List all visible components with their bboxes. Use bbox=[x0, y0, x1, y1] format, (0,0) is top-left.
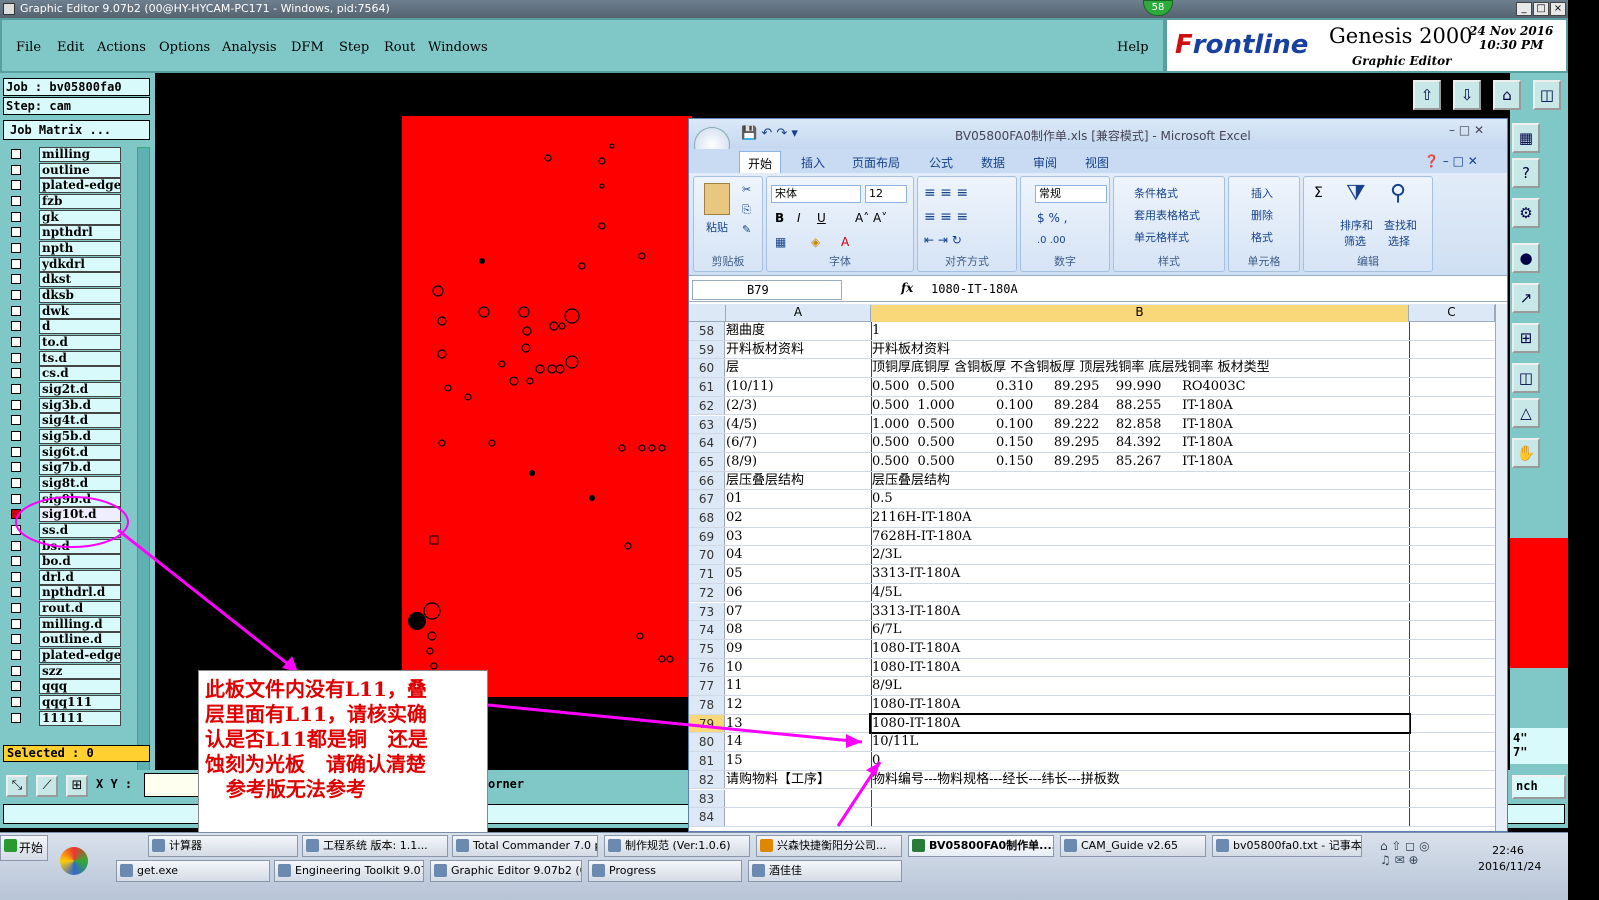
task-jiujiajia[interactable]: 酒佳佳 bbox=[748, 860, 902, 882]
task-engineering-toolkit[interactable]: Engineering Toolkit 9.07... bbox=[274, 860, 424, 882]
tray-icons[interactable]: ⌂ ⇧ ◻ ◎ ♫ ✉ ⊕ bbox=[1380, 839, 1470, 889]
task-get-exe[interactable]: get.exe bbox=[116, 860, 270, 882]
task-calculator[interactable]: 计算器 bbox=[148, 835, 298, 857]
annotation-note: 此板文件内没有L11，叠 层里面有L11，请核实确 认是否L11都是铜 还是 蚀… bbox=[198, 670, 488, 838]
note-line: 层里面有L11，请核实确 bbox=[205, 702, 427, 726]
task-total-commander[interactable]: Total Commander 7.0 p... bbox=[452, 835, 598, 857]
task-company[interactable]: 兴森快捷衡阳分公司... bbox=[756, 835, 902, 857]
arrow-to-note bbox=[117, 528, 299, 674]
task-excel[interactable]: BV05800FA0制作单.... bbox=[908, 835, 1054, 857]
task-progress[interactable]: Progress bbox=[588, 860, 742, 882]
note-line: 蚀刻为光板 请确认清楚 bbox=[205, 752, 426, 776]
start-button[interactable]: 开始 bbox=[0, 835, 48, 861]
task-cam-guide[interactable]: CAM_Guide v2.65 bbox=[1060, 835, 1206, 857]
desktop: { "app": { "title": "Graphic Editor 9.07… bbox=[0, 0, 1599, 900]
task-engineering-system[interactable]: 工程系统 版本: 1.1... bbox=[302, 835, 448, 857]
task-notepad[interactable]: bv05800fa0.txt - 记事本 bbox=[1212, 835, 1362, 857]
quick-launch-icon[interactable] bbox=[60, 847, 88, 875]
system-clock[interactable]: 22:46 2016/11/24 bbox=[1478, 843, 1541, 875]
arrow-to-row-80 bbox=[487, 703, 863, 744]
note-line: 参考版无法参考 bbox=[205, 777, 366, 801]
note-line: 认是否L11都是铜 还是 bbox=[205, 727, 428, 751]
taskbar: 开始 计算器 工程系统 版本: 1.1... Total Commander 7… bbox=[0, 832, 1568, 900]
note-line: 此板文件内没有L11，叠 bbox=[205, 677, 427, 701]
task-spec[interactable]: 制作规范 (Ver:1.0.6) bbox=[604, 835, 750, 857]
task-graphic-editor[interactable]: Graphic Editor 9.07b2 (0... bbox=[430, 860, 582, 882]
highlight-ellipse bbox=[15, 496, 129, 548]
